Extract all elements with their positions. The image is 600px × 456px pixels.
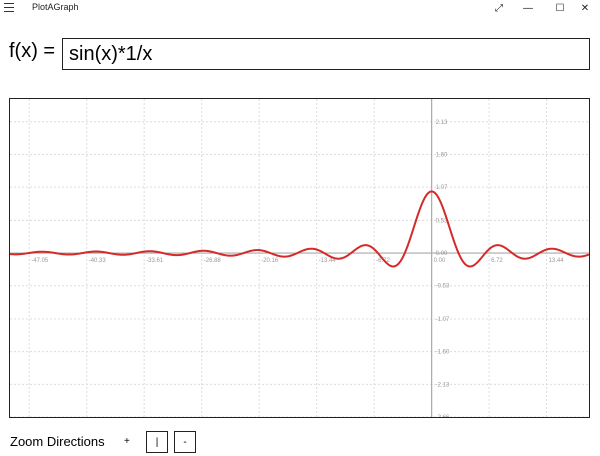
x-tick-label: -40.33 (89, 258, 107, 264)
y-tick-label: 1.07 (436, 185, 448, 191)
y-tick-label: 0.00 (436, 251, 448, 257)
zoom-directions-label: Zoom Directions (10, 434, 105, 449)
zoom-horizontal-button[interactable]: - (174, 431, 196, 453)
y-tick-label: -1.60 (436, 350, 450, 356)
hamburger-menu-icon[interactable] (4, 3, 14, 12)
close-button[interactable]: ✕ (570, 0, 600, 16)
y-tick-label: -2.66 (436, 415, 450, 417)
x-tick-label: -47.05 (31, 258, 49, 264)
x-tick-label: 13.44 (549, 258, 565, 264)
x-tick-label: -20.16 (261, 258, 279, 264)
minimize-button[interactable]: — (513, 0, 543, 16)
zoom-vertical-button[interactable]: | (146, 431, 168, 453)
title-bar: PlotAGraph ⤢ — ☐ ✕ (0, 0, 600, 16)
x-tick-label: 6.72 (491, 258, 503, 264)
x-tick-label: -26.88 (204, 258, 222, 264)
function-label: f(x) = (9, 40, 56, 62)
y-tick-label: -2.13 (436, 382, 450, 388)
y-tick-label: 2.13 (436, 120, 448, 126)
x-tick-label: -33.61 (146, 258, 164, 264)
function-curve (10, 190, 589, 268)
x-tick-label: 0.00 (434, 258, 446, 264)
y-tick-label: -0.53 (436, 284, 450, 290)
expand-icon[interactable]: ⤢ (484, 0, 514, 16)
zoom-controls: Zoom Directions + | - (10, 430, 600, 456)
function-input[interactable] (62, 38, 590, 70)
graph-svg: -47.05 -40.33 -33.61 -26.88 -20.16 -13.44 -6.7… (10, 99, 589, 417)
app-title: PlotAGraph (32, 2, 79, 12)
zoom-plus-label: + (124, 436, 130, 447)
y-tick-label: -1.07 (436, 317, 450, 323)
y-tick-label: 1.60 (436, 152, 448, 158)
x-tick-label: -13.44 (319, 258, 337, 264)
plot-area[interactable]: -47.05 -40.33 -33.61 -26.88 -20.16 -13.44 -6.7… (9, 98, 590, 418)
